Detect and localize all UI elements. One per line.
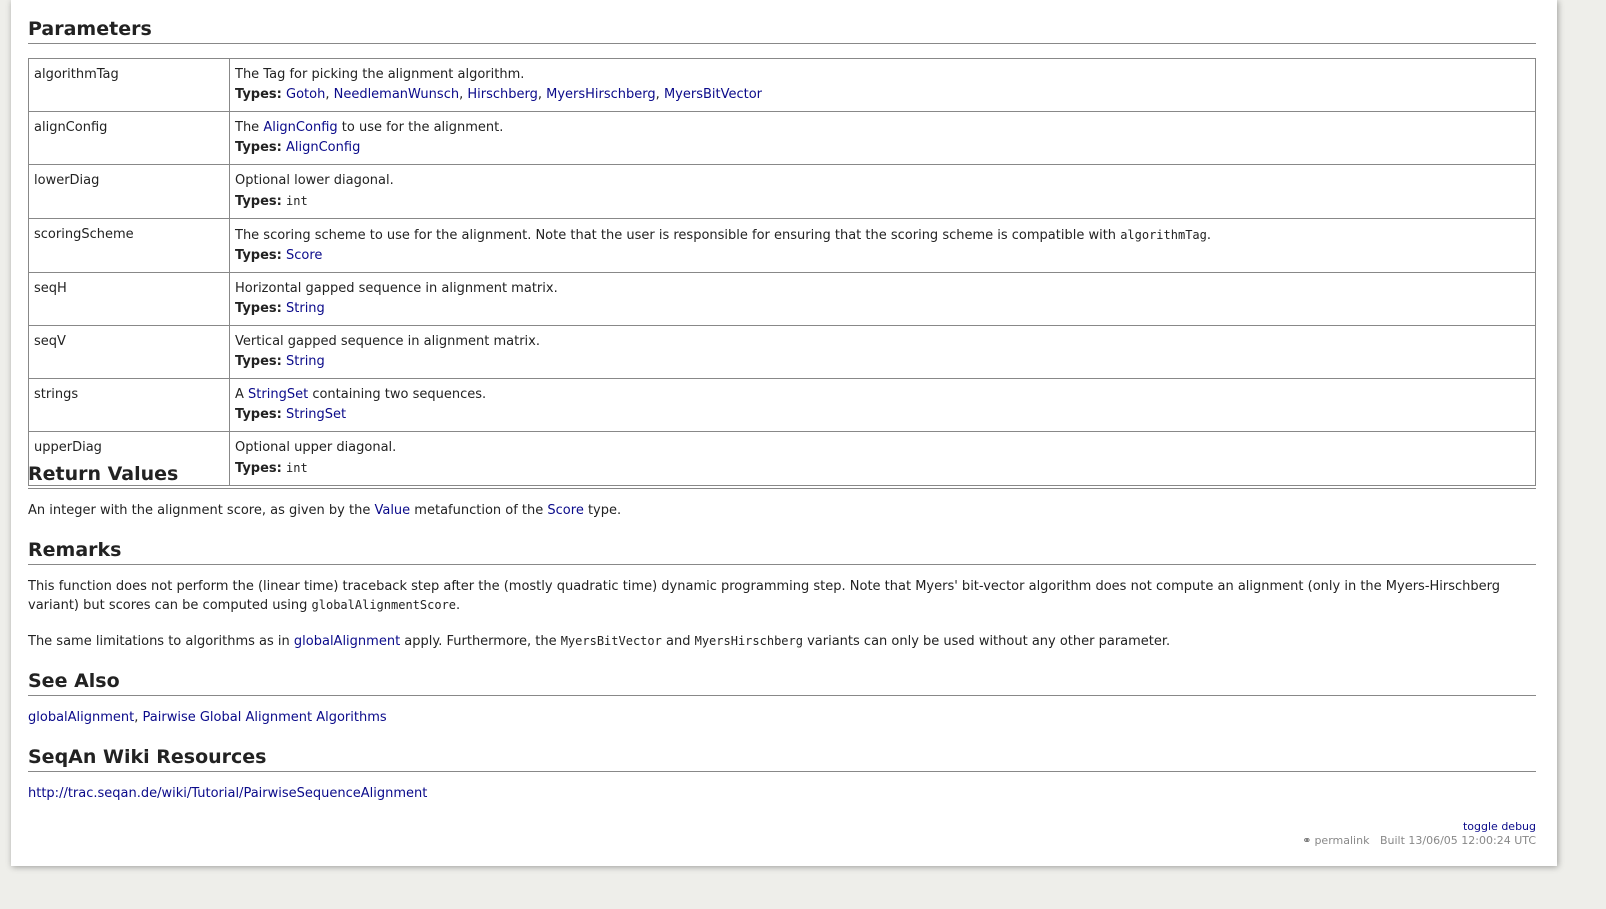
param-row: strings A StringSet containing two sequen… [28, 378, 1536, 432]
param-types: Types: String [235, 352, 1530, 372]
param-description: Horizontal gapped sequence in alignment … [229, 272, 1536, 326]
types-label: Types: [235, 407, 282, 422]
types-label: Types: [235, 140, 282, 155]
param-description: The Tag for picking the alignment algori… [229, 58, 1536, 112]
footer: toggle debug ⚭ permalink Built 13/06/05 1… [1302, 820, 1536, 848]
type-link[interactable]: String [286, 354, 325, 369]
param-name: lowerDiag [28, 164, 230, 219]
footer-meta: ⚭ permalink Built 13/06/05 12:00:24 UTC [1302, 834, 1536, 848]
type-link[interactable]: MyersHirschberg [546, 87, 656, 102]
score-link[interactable]: Score [547, 503, 583, 518]
type-link[interactable]: Score [286, 248, 322, 263]
type-code: int [286, 194, 308, 208]
wiki-heading: SeqAn Wiki Resources [28, 745, 1536, 772]
inline-code: globalAlignmentScore [311, 598, 457, 612]
inline-code: MyersBitVector [560, 634, 662, 648]
toggle-debug-link[interactable]: toggle debug [1463, 820, 1536, 833]
param-description: Optional lower diagonal. Types: int [229, 164, 1536, 219]
param-name: alignConfig [28, 111, 230, 165]
param-description: The AlignConfig to use for the alignment… [229, 111, 1536, 165]
param-name: algorithmTag [28, 58, 230, 112]
param-row: alignConfig The AlignConfig to use for th… [28, 111, 1536, 165]
inline-code: MyersHirschberg [694, 634, 803, 648]
param-description: A StringSet containing two sequences. Typ… [229, 378, 1536, 432]
param-types: Types: Score [235, 246, 1530, 266]
param-types: Types: Gotoh, NeedlemanWunsch, Hirschber… [235, 87, 763, 102]
see-also-global-alignment-link[interactable]: globalAlignment [28, 710, 134, 725]
parameters-heading: Parameters [28, 17, 1536, 44]
types-label: Types: [235, 301, 282, 316]
param-name: seqH [28, 272, 230, 326]
see-also-pairwise-link[interactable]: Pairwise Global Alignment Algorithms [143, 710, 387, 725]
param-types: Types: StringSet [235, 405, 1530, 425]
type-link[interactable]: AlignConfig [286, 140, 360, 155]
remarks-paragraph-1: This function does not perform the (line… [28, 579, 1501, 613]
remarks-paragraph-2: The same limitations to algorithms as in… [28, 634, 1171, 649]
param-name: scoringScheme [28, 218, 230, 273]
see-also-links: globalAlignment, Pairwise Global Alignme… [28, 710, 387, 725]
inline-code: algorithmTag [1120, 228, 1207, 242]
types-label: Types: [235, 354, 282, 369]
type-link[interactable]: NeedlemanWunsch [334, 87, 459, 102]
wiki-resource-link[interactable]: http://trac.seqan.de/wiki/Tutorial/Pairw… [28, 786, 427, 801]
param-name: seqV [28, 325, 230, 379]
param-desc-link[interactable]: StringSet [248, 387, 308, 402]
param-desc-link[interactable]: AlignConfig [263, 120, 337, 135]
param-row: seqH Horizontal gapped sequence in alignm… [28, 272, 1536, 326]
see-also-heading: See Also [28, 669, 1536, 696]
param-row: algorithmTag The Tag for picking the alig… [28, 58, 1536, 112]
return-values-text: An integer with the alignment score, as … [28, 503, 622, 518]
param-name: strings [28, 378, 230, 432]
build-timestamp: Built 13/06/05 12:00:24 UTC [1379, 834, 1536, 847]
value-link[interactable]: Value [374, 503, 410, 518]
param-row: lowerDiag Optional lower diagonal. Types: … [28, 164, 1536, 219]
param-types: Types: String [235, 299, 1530, 319]
param-description: Vertical gapped sequence in alignment ma… [229, 325, 1536, 379]
type-link[interactable]: StringSet [286, 407, 346, 422]
param-description: The scoring scheme to use for the alignm… [229, 218, 1536, 273]
type-link[interactable]: Hirschberg [467, 87, 538, 102]
param-row: scoringScheme The scoring scheme to use f… [28, 218, 1536, 273]
global-alignment-link[interactable]: globalAlignment [294, 634, 400, 649]
param-types: Types: AlignConfig [235, 138, 1530, 158]
page-container: Parameters algorithmTag The Tag for picki… [11, 0, 1557, 866]
remarks-heading: Remarks [28, 538, 1536, 565]
param-row: seqV Vertical gapped sequence in alignmen… [28, 325, 1536, 379]
permalink-link[interactable]: permalink [1314, 834, 1369, 847]
chain-link-icon: ⚭ [1302, 834, 1312, 847]
type-link[interactable]: String [286, 301, 325, 316]
types-label: Types: [235, 87, 282, 102]
return-values-heading: Return Values [28, 462, 1536, 489]
types-label: Types: [235, 194, 282, 209]
type-link[interactable]: MyersBitVector [664, 87, 762, 102]
parameters-table: algorithmTag The Tag for picking the alig… [28, 58, 1536, 486]
param-types: Types: int [235, 191, 1530, 212]
type-link[interactable]: Gotoh [286, 87, 325, 102]
types-label: Types: [235, 248, 282, 263]
